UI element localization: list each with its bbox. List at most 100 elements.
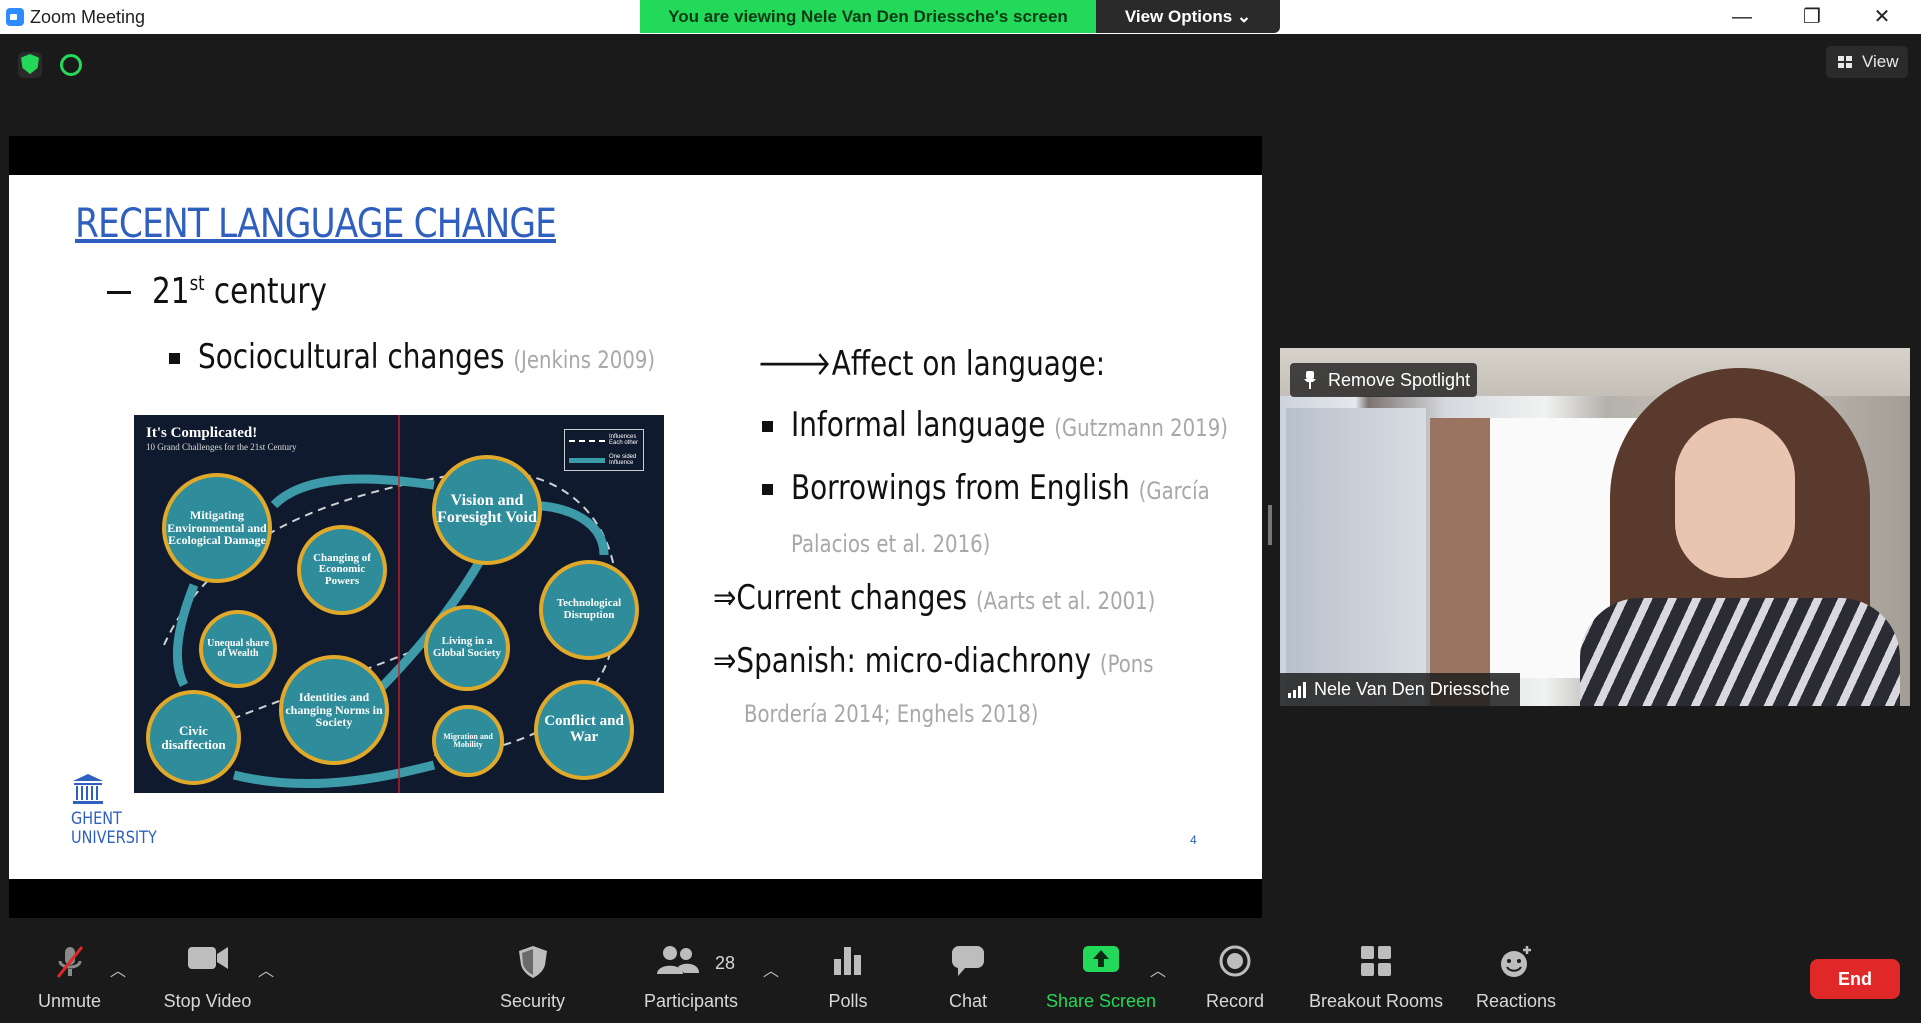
affect-line: 🡒Affect on language: — [757, 343, 1105, 384]
restore-button[interactable]: ❐ — [1792, 4, 1832, 30]
meeting-toolbar: Unmute ︿ Stop Video ︿ Security 28 Partic… — [0, 925, 1921, 1023]
chat-button[interactable]: Chat — [938, 925, 998, 1023]
reactions-button[interactable]: Reactions — [1470, 925, 1562, 1023]
slide-heading: RECENT LANGUAGE CHANGE — [75, 201, 557, 247]
participant-name: Nele Van Den Driessche — [1314, 679, 1510, 699]
challenge-circle: Conflict and War — [534, 680, 634, 780]
challenges-infographic: It's Complicated! 10 Grand Challenges fo… — [134, 415, 664, 793]
participants-count-badge: 28 — [715, 953, 736, 973]
record-label: Record — [1205, 991, 1265, 1011]
remove-spotlight-label: Remove Spotlight — [1328, 370, 1471, 390]
challenge-circle: Identities and changing Norms in Society — [279, 655, 389, 765]
participants-options-caret[interactable]: ︿ — [763, 957, 779, 981]
bullet-square — [762, 484, 773, 495]
reactions-label: Reactions — [1475, 991, 1557, 1011]
gutzmann-citation: (Gutzmann 2019) — [1054, 414, 1228, 442]
security-shield-icon — [518, 946, 547, 978]
polls-button[interactable]: Polls — [818, 925, 878, 1023]
view-layout-button[interactable]: View — [1826, 46, 1908, 78]
end-meeting-button[interactable]: End — [1810, 959, 1900, 999]
participant-video[interactable] — [1280, 348, 1910, 706]
close-button[interactable]: ✕ — [1862, 4, 1902, 30]
jenkins-citation: (Jenkins 2009) — [513, 346, 656, 374]
chat-label: Chat — [948, 991, 988, 1011]
title-bar: Zoom Meeting You are viewing Nele Van De… — [0, 0, 1921, 34]
challenge-circle: Technological Disruption — [539, 560, 639, 660]
challenge-circle: Mitigating Environmental and Ecological … — [162, 473, 272, 583]
logo-line2: UNIVERSITY — [71, 828, 157, 848]
chat-bubble-icon — [952, 946, 984, 976]
challenge-circle: Unequal share of Wealth — [199, 610, 277, 688]
borrowings-text: Borrowings from English — [791, 468, 1139, 508]
implies-arrow-icon: ⇒ — [713, 641, 737, 681]
right-arrow-icon: 🡒 — [757, 344, 832, 384]
garcia-citation-cont: Palacios et al. 2016) — [791, 530, 991, 558]
pin-icon — [1304, 371, 1316, 389]
viewing-banner: You are viewing Nele Van Den Driessche's… — [640, 0, 1096, 33]
record-icon — [1219, 945, 1251, 977]
video-camera-icon — [187, 947, 228, 969]
unmute-button[interactable]: Unmute — [22, 925, 117, 1023]
video-curtain — [1430, 418, 1490, 706]
breakout-rooms-icon — [1361, 946, 1391, 976]
stop-video-button[interactable]: Stop Video — [150, 925, 265, 1023]
current-changes-text: Current changes — [736, 578, 976, 618]
slide-page-number: 4 — [1190, 833, 1197, 847]
window-title: Zoom Meeting — [30, 7, 146, 27]
legend-entry: Influences Each other — [609, 434, 639, 446]
breakout-rooms-button[interactable]: Breakout Rooms — [1305, 925, 1447, 1023]
signal-strength-icon — [1288, 682, 1306, 698]
share-options-caret[interactable]: ︿ — [1150, 957, 1166, 981]
polls-bar-chart-icon — [834, 947, 861, 975]
challenge-circle: Migration and Mobility — [432, 705, 504, 777]
participants-button[interactable]: 28 Participants — [635, 925, 747, 1023]
reactions-emoji-icon — [1501, 946, 1531, 977]
spanish-line: ⇒Spanish: micro-diachrony (Pons — [713, 641, 1154, 681]
infographic-subtitle: 10 Grand Challenges for the 21st Century — [146, 442, 297, 452]
challenge-circle: Living in a Global Society — [424, 605, 510, 691]
sociocultural-text: Sociocultural changes — [198, 337, 514, 377]
affect-text: Affect on language: — [831, 344, 1106, 384]
share-screen-icon — [1083, 946, 1119, 972]
minimize-button[interactable]: — — [1722, 4, 1762, 30]
logo-line1: GHENT — [71, 809, 122, 829]
current-changes-line: ⇒Current changes (Aarts et al. 2001) — [713, 578, 1155, 618]
legend-entry: One sided Influence — [609, 454, 637, 466]
grid-icon — [1838, 56, 1852, 68]
recording-status-icon[interactable] — [60, 54, 82, 76]
informal-text: Informal language — [791, 405, 1055, 445]
video-options-caret[interactable]: ︿ — [258, 957, 274, 981]
bullet-square — [762, 421, 773, 432]
view-button-label: View — [1862, 52, 1899, 71]
aarts-citation: (Aarts et al. 2001) — [975, 587, 1156, 615]
view-options-button[interactable]: View Options ⌄ — [1096, 0, 1280, 33]
security-label: Security — [499, 991, 566, 1011]
remove-spotlight-button[interactable]: Remove Spotlight — [1290, 363, 1477, 397]
panel-resize-handle[interactable] — [1268, 505, 1272, 545]
century-word: century — [204, 271, 327, 312]
century-number: 21 — [152, 271, 190, 312]
stop-video-label: Stop Video — [163, 991, 252, 1011]
pons-citation-cont: Bordería 2014; Enghels 2018) — [744, 700, 1039, 728]
audio-options-caret[interactable]: ︿ — [110, 957, 126, 981]
microphone-muted-icon — [56, 946, 83, 978]
participants-label: Participants — [643, 991, 739, 1011]
challenge-circle: Civic disaffection — [146, 690, 241, 785]
century-suffix: st — [189, 271, 205, 295]
infographic-title: It's Complicated! — [146, 425, 258, 441]
breakout-rooms-label: Breakout Rooms — [1308, 991, 1444, 1011]
security-button[interactable]: Security — [490, 925, 575, 1023]
borrowings-line: Borrowings from English (García — [791, 468, 1210, 508]
share-screen-button[interactable]: Share Screen — [1045, 925, 1157, 1023]
pons-citation: (Pons — [1099, 650, 1154, 678]
garcia-citation: (García — [1138, 477, 1210, 505]
record-button[interactable]: Record — [1200, 925, 1270, 1023]
unmute-label: Unmute — [37, 991, 102, 1011]
infographic-legend: Influences Each other One sided Influenc… — [564, 429, 644, 471]
challenge-circle: Vision and Foresight Void — [432, 455, 542, 565]
share-screen-label: Share Screen — [1045, 991, 1157, 1011]
level1-dash — [107, 291, 131, 294]
university-building-icon — [73, 774, 103, 804]
bullet-square — [169, 353, 180, 364]
implies-arrow-icon: ⇒ — [713, 578, 737, 618]
